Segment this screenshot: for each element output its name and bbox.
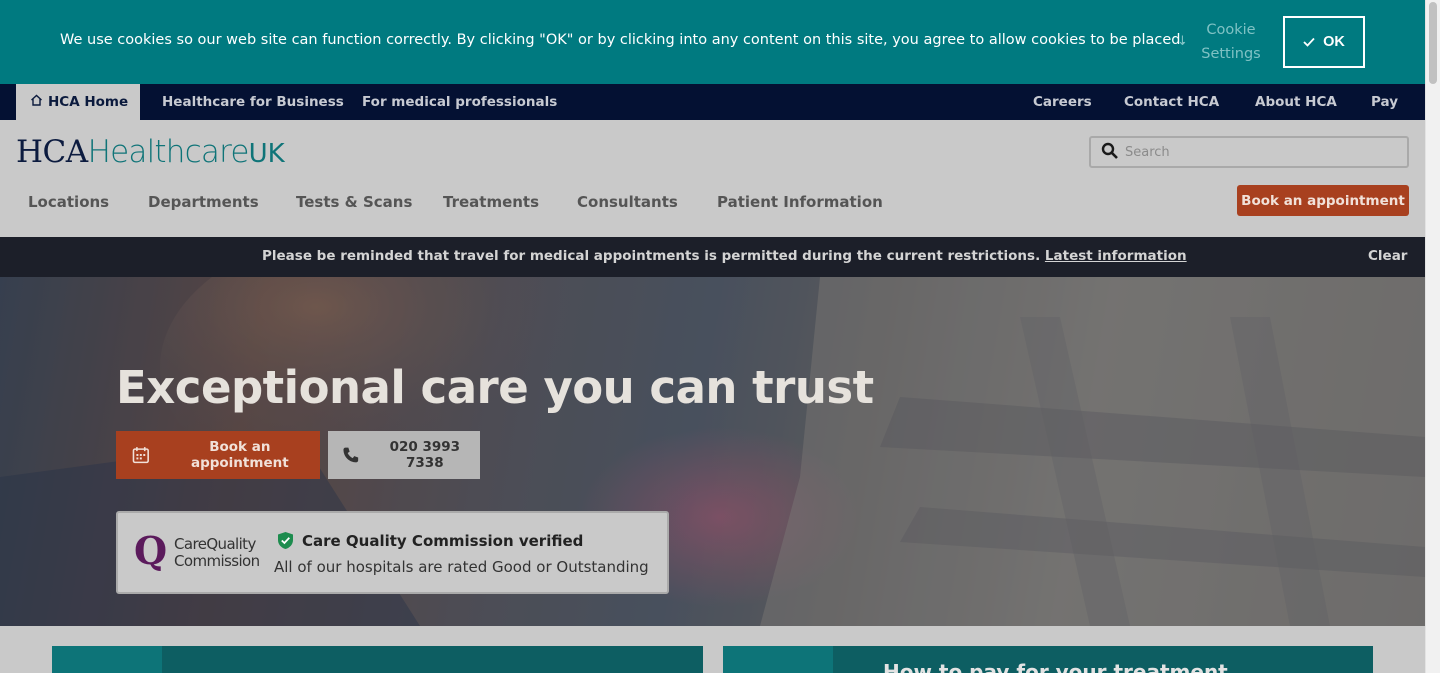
util-nav-healthcare-for-business[interactable]: Healthcare for Business: [162, 84, 344, 120]
hero-book-appointment-button[interactable]: Book an appointment: [116, 431, 320, 479]
promo-card-right[interactable]: How to pay for your treatment: [723, 646, 1373, 673]
main-nav-tests-scans[interactable]: Tests & Scans: [296, 193, 412, 211]
main-nav-treatments[interactable]: Treatments: [443, 193, 539, 211]
util-nav-for-medical-professionals[interactable]: For medical professionals: [362, 84, 557, 120]
phone-number-button[interactable]: 020 3993 7338: [328, 431, 480, 479]
arrow-down-icon: ↓: [1177, 34, 1188, 49]
notice-clear-button[interactable]: Clear: [1368, 248, 1407, 264]
util-nav-contact-hca[interactable]: Contact HCA: [1124, 84, 1219, 120]
home-icon: [30, 84, 43, 120]
main-nav-consultants[interactable]: Consultants: [577, 193, 678, 211]
notice-text: Please be reminded that travel for medic…: [262, 248, 1045, 264]
verified-shield-icon: [278, 532, 293, 549]
hero-title: Exceptional care you can trust: [116, 361, 874, 414]
search-box: [1089, 136, 1409, 168]
cookie-banner: We use cookies so our web site can funct…: [0, 0, 1425, 84]
util-nav-about-hca[interactable]: About HCA: [1255, 84, 1337, 120]
cqc-logo: Q CareQuality Commission: [134, 528, 260, 573]
main-nav-locations[interactable]: Locations: [28, 193, 109, 211]
hca-healthcare-logo[interactable]: HCAHealthcareUK: [16, 134, 285, 170]
util-nav-hca-home[interactable]: HCA Home: [16, 84, 141, 120]
utility-nav: HCA Home Healthcare for Business For med…: [0, 84, 1425, 120]
cookie-settings-label-2: Settings: [1201, 46, 1261, 62]
promo-cards-section: How to pay for your treatment: [0, 626, 1425, 673]
util-nav-label: HCA Home: [48, 94, 129, 110]
latest-information-link[interactable]: Latest information: [1045, 248, 1187, 264]
hero-book-label: Book an appointment: [190, 439, 289, 471]
cookie-message: We use cookies so our web site can funct…: [60, 32, 1186, 48]
page: We use cookies so our web site can funct…: [0, 0, 1425, 673]
site-header: HCAHealthcareUK Locations Departments Te…: [0, 120, 1425, 237]
cqc-subtitle: All of our hospitals are rated Good or O…: [274, 558, 649, 576]
cqc-verified-card: Q CareQuality Commission Care Quality Co…: [116, 511, 669, 594]
main-nav-departments[interactable]: Departments: [148, 193, 259, 211]
hero-banner: Exceptional care you can trust Book an a…: [0, 277, 1425, 626]
search-input[interactable]: [1125, 142, 1395, 162]
cqc-title: Care Quality Commission verified: [302, 532, 584, 550]
util-nav-careers[interactable]: Careers: [1033, 84, 1092, 120]
page-scrollbar[interactable]: [1425, 0, 1440, 673]
promo-card-left[interactable]: [52, 646, 703, 673]
header-book-appointment-button[interactable]: Book an appointment: [1237, 185, 1409, 216]
search-icon[interactable]: [1101, 142, 1119, 160]
main-nav-patient-information[interactable]: Patient Information: [717, 193, 883, 211]
util-nav-pay[interactable]: Pay: [1371, 84, 1398, 120]
promo-card-title: How to pay for your treatment: [883, 660, 1228, 673]
calendar-icon: [132, 447, 149, 464]
travel-notice-bar: Please be reminded that travel for medic…: [0, 237, 1425, 277]
scrollbar-thumb[interactable]: [1429, 2, 1437, 84]
cookie-ok-label: OK: [1323, 34, 1345, 50]
checkmark-icon: [1303, 37, 1315, 47]
cookie-ok-button[interactable]: OK: [1283, 16, 1365, 68]
phone-number: 020 3993 7338: [389, 439, 461, 471]
phone-icon: [343, 447, 359, 463]
cookie-settings-label: Cookie: [1206, 22, 1256, 38]
cookie-settings-button[interactable]: ↓ Cookie Settings: [1175, 18, 1265, 66]
